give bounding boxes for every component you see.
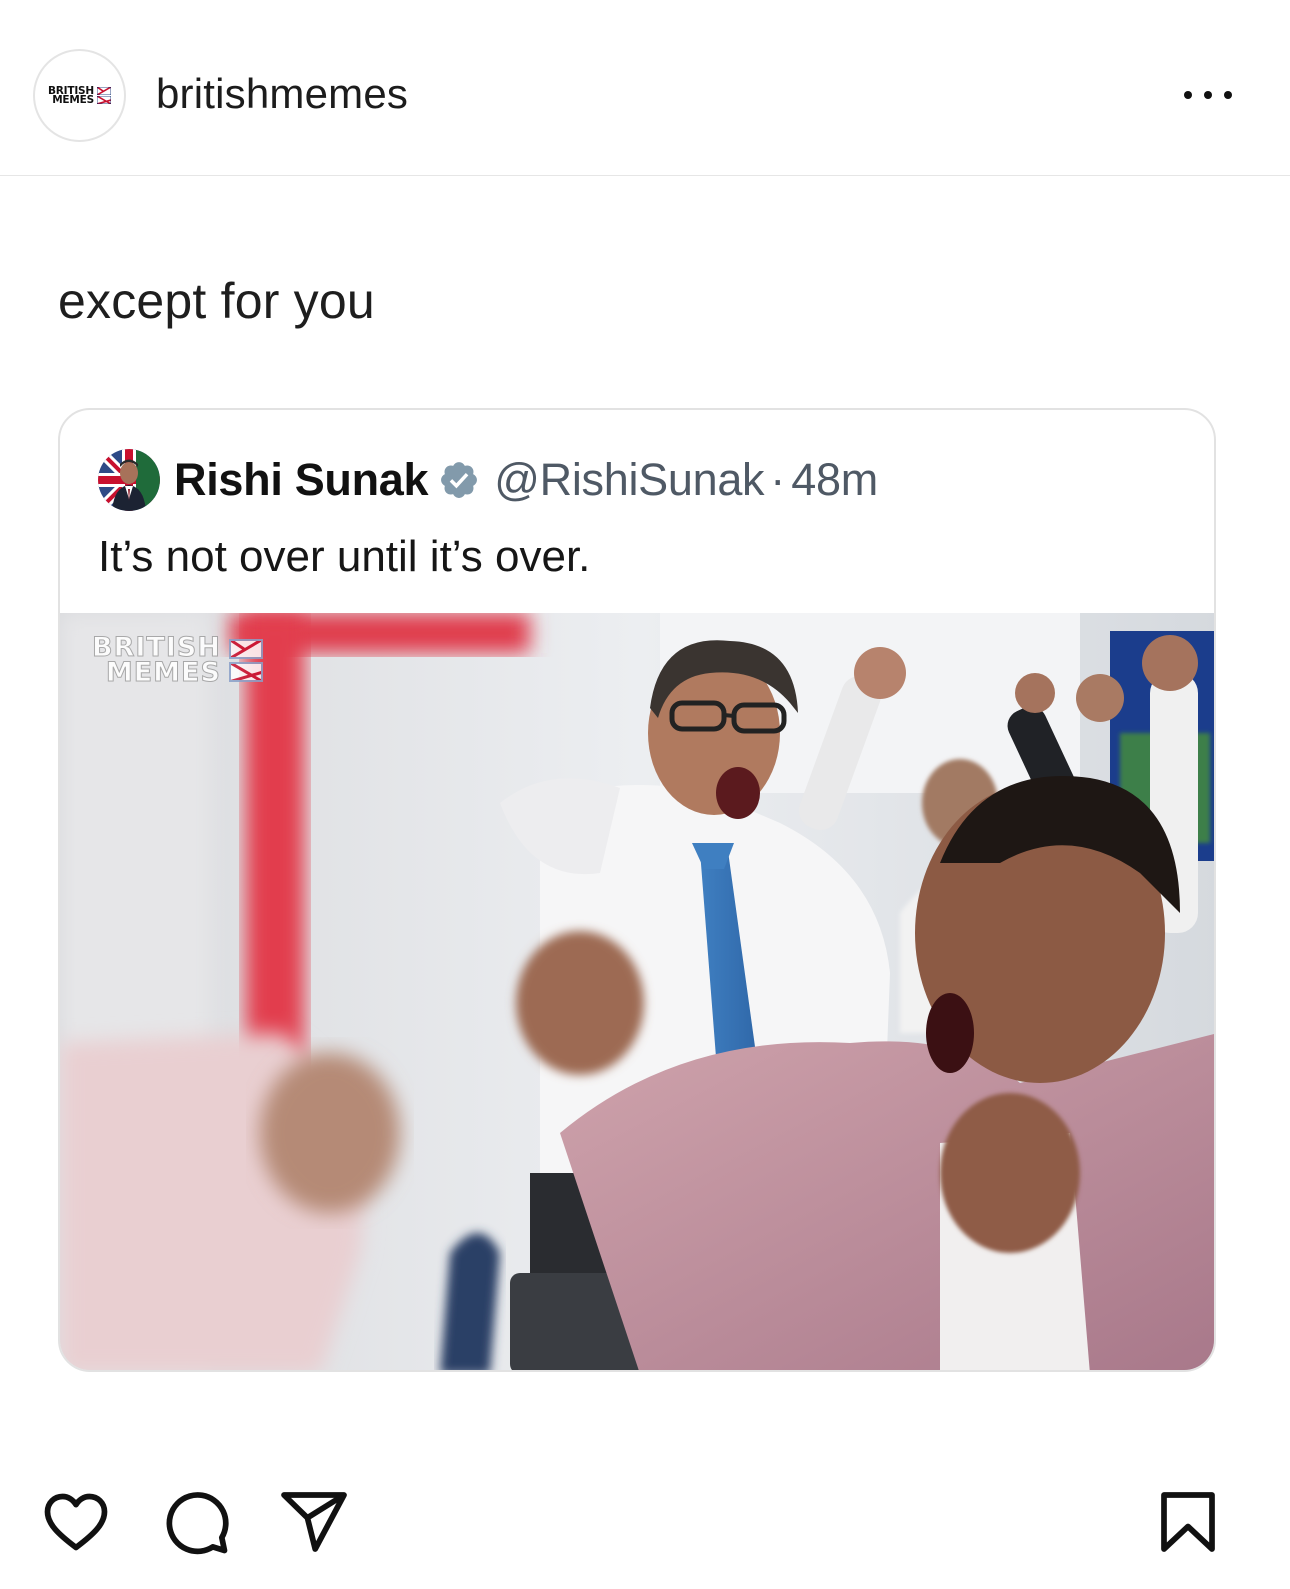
- verified-badge-icon: [441, 462, 478, 498]
- tweet-author-avatar[interactable]: [98, 449, 160, 511]
- tweet-separator: ·: [770, 454, 786, 505]
- celebration-photo: [60, 613, 1214, 1370]
- tweet-photo[interactable]: BRITISH MEMES: [60, 613, 1214, 1370]
- bookmark-icon[interactable]: [1152, 1486, 1224, 1558]
- union-flag-icon: [228, 638, 263, 682]
- tweet-text: It’s not over until it’s over.: [98, 532, 591, 581]
- embedded-tweet-card[interactable]: Rishi Sunak @RishiSunak · 48m It’s not o…: [58, 408, 1216, 1372]
- comment-icon[interactable]: [160, 1486, 232, 1558]
- logo-text-line2: MEMES: [52, 93, 94, 106]
- post-actions-bar: [0, 1478, 1290, 1568]
- union-flag-icon: [97, 87, 111, 104]
- send-icon[interactable]: [278, 1486, 350, 1558]
- tweet-author-handle[interactable]: @RishiSunak: [494, 454, 764, 506]
- photo-watermark: BRITISH MEMES: [92, 634, 263, 688]
- post-header: BRITISH MEMES britishmemes: [0, 0, 1290, 176]
- tweet-header: Rishi Sunak @RishiSunak · 48m: [98, 448, 878, 512]
- watermark-line2: MEMES: [105, 657, 221, 688]
- heart-icon[interactable]: [40, 1486, 112, 1558]
- tweet-timestamp[interactable]: 48m: [791, 454, 878, 506]
- tweet-author-name[interactable]: Rishi Sunak: [174, 454, 429, 506]
- britishmemes-logo: BRITISH MEMES: [48, 85, 111, 106]
- profile-avatar[interactable]: BRITISH MEMES: [33, 49, 126, 142]
- more-horizontal-icon[interactable]: [1180, 80, 1236, 110]
- post-caption: except for you: [58, 273, 375, 329]
- post-username[interactable]: britishmemes: [156, 70, 408, 118]
